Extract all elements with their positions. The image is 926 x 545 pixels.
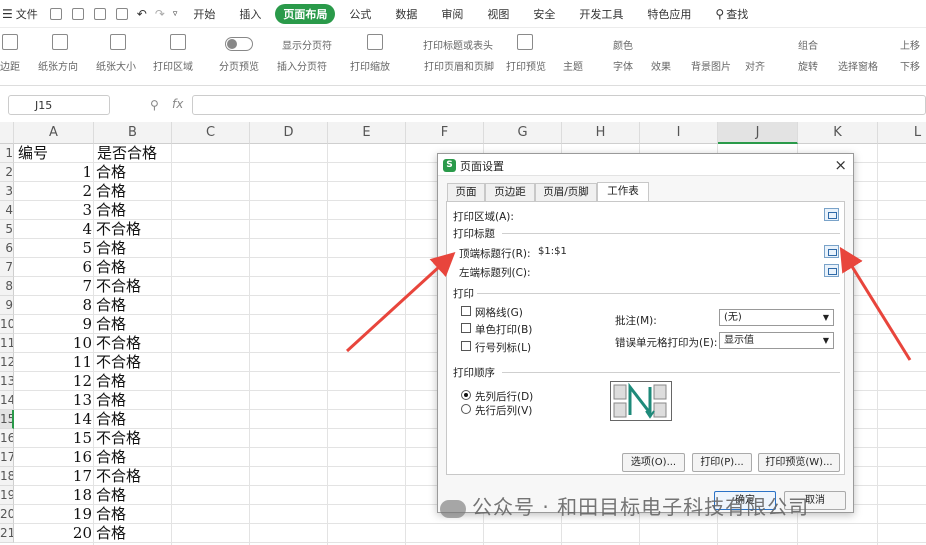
annotation-arrows [345, 246, 912, 361]
wechat-icon [440, 499, 466, 518]
watermark-text: 公众号 · 和田目标电子科技有限公司 [472, 495, 810, 519]
tab-sheet[interactable]: 工作表 [597, 182, 649, 201]
watermark: 公众号 · 和田目标电子科技有限公司 [440, 491, 809, 520]
arrow-left [345, 251, 456, 353]
arrow-right [839, 246, 912, 361]
